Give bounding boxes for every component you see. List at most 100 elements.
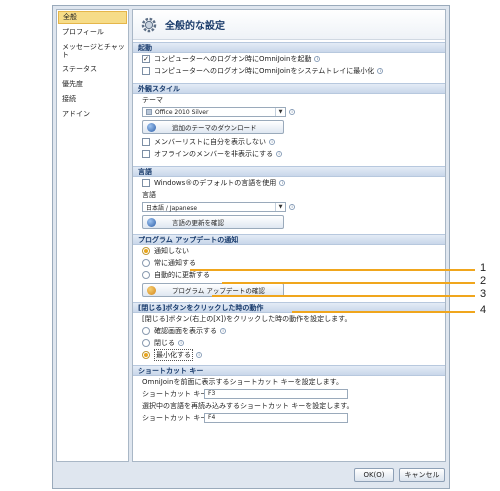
hide-offline-label: オフラインのメンバーを非表示にする [154, 150, 274, 158]
close-confirm-label: 確認画面を表示する [154, 327, 217, 335]
info-icon: i [178, 340, 184, 346]
hide-self-checkbox[interactable] [142, 138, 150, 146]
download-themes-button[interactable]: 追加のテーマのダウンロード [142, 120, 284, 134]
download-themes-label: 追加のテーマのダウンロード [172, 124, 257, 132]
info-icon: i [196, 352, 202, 358]
info-icon: i [269, 139, 275, 145]
update-none-radio[interactable] [142, 247, 150, 255]
update-icon [147, 285, 156, 295]
close-close-radio[interactable] [142, 339, 150, 347]
theme-select[interactable]: Office 2010 Silver ▼ [142, 107, 286, 117]
windows-language-label: Windows®のデフォルトの言語を使用 [154, 179, 277, 187]
section-language-title: 言語 [133, 166, 445, 177]
language-update-row: 言語の更新を確認 [133, 213, 445, 231]
chevron-down-icon[interactable]: ▼ [275, 108, 285, 116]
check-program-update-label: プログラム アップデートの確認 [172, 287, 265, 295]
radio-selected-dot [144, 353, 148, 357]
sidebar-item-addins[interactable]: アドイン [57, 107, 128, 122]
close-minimize-option[interactable]: 最小化する i [133, 349, 445, 361]
callout-line-4 [292, 311, 475, 313]
theme-icon [146, 109, 152, 115]
section-appearance-title: 外観スタイル [133, 83, 445, 94]
section-shortcuts-title: ショートカット キー [133, 365, 445, 376]
info-icon: i [276, 151, 283, 157]
update-auto-radio[interactable] [142, 271, 150, 279]
check-language-update-label: 言語の更新を確認 [172, 219, 224, 227]
hide-self-label: メンバーリストに自分を表示しない [154, 138, 266, 146]
sidebar-item-messages-chat[interactable]: メッセージとチャット [57, 40, 128, 62]
sidebar-item-general[interactable]: 全般 [58, 11, 127, 24]
language-select[interactable]: 日本語 / Japanese ▼ [142, 202, 286, 212]
close-minimize-label: 最小化する [154, 349, 193, 361]
callout-number-1: 1 [480, 262, 487, 274]
info-icon: i [314, 56, 321, 62]
sidebar-item-profile[interactable]: プロフィール [57, 25, 128, 40]
shortcut-label-1: ショートカット キー [142, 390, 208, 398]
hide-offline-checkbox[interactable] [142, 150, 150, 158]
info-icon: i [377, 68, 384, 74]
update-always-label: 常に通知する [154, 259, 196, 267]
main-header: 全般的な設定 [133, 10, 445, 40]
callout-line-3 [212, 295, 475, 297]
main-panel: 全般的な設定 起動 ✓ コンピューターへのログオン時にOmniJoinを起動 i… [132, 9, 446, 462]
update-none-label: 通知しない [154, 247, 189, 255]
close-confirm-option[interactable]: 確認画面を表示する i [133, 325, 445, 337]
windows-language-option[interactable]: Windows®のデフォルトの言語を使用 i [133, 177, 445, 189]
callout-line-1 [190, 269, 475, 271]
info-icon: i [220, 328, 226, 334]
close-close-label: 閉じる [154, 339, 175, 347]
startup-launch-label: コンピューターへのログオン時にOmniJoinを起動 [154, 55, 312, 63]
chevron-down-icon[interactable]: ▼ [275, 203, 285, 211]
settings-window: 全般 プロフィール メッセージとチャット ステータス 優先度 接続 アドイン 全… [52, 5, 450, 489]
info-icon: i [279, 180, 286, 186]
gear-icon [139, 15, 159, 35]
section-updates-title: プログラム アップデートの通知 [133, 234, 445, 245]
callout-number-4: 4 [480, 304, 487, 316]
startup-launch-option[interactable]: ✓ コンピューターへのログオン時にOmniJoinを起動 i [133, 53, 445, 65]
startup-minimize-checkbox[interactable] [142, 67, 150, 75]
shortcut-row-1: ショートカット キー F3 [133, 388, 445, 400]
close-confirm-radio[interactable] [142, 327, 150, 335]
update-none-option[interactable]: 通知しない [133, 245, 445, 257]
callout-number-2: 2 [480, 275, 487, 287]
dialog-footer: OK(O) キャンセル [53, 463, 449, 488]
windows-language-checkbox[interactable] [142, 179, 150, 187]
hide-offline-option[interactable]: オフラインのメンバーを非表示にする i [133, 148, 445, 160]
callout-line-2 [222, 282, 475, 284]
page-title: 全般的な設定 [165, 21, 225, 32]
sidebar: 全般 プロフィール メッセージとチャット ステータス 優先度 接続 アドイン [56, 9, 129, 462]
sidebar-item-connection[interactable]: 接続 [57, 92, 128, 107]
theme-row: Office 2010 Silver ▼ i [133, 106, 445, 118]
theme-label: テーマ [142, 96, 163, 104]
close-minimize-radio[interactable] [142, 351, 150, 359]
hide-self-option[interactable]: メンバーリストに自分を表示しない i [133, 136, 445, 148]
shortcut-row-2: ショートカット キー F4 [133, 412, 445, 424]
download-icon [147, 122, 156, 132]
theme-select-value: Office 2010 Silver [155, 108, 209, 116]
shortcut-label-2: ショートカット キー [142, 414, 208, 422]
refresh-icon [147, 217, 156, 227]
info-icon: i [289, 204, 295, 210]
language-label: 言語 [142, 191, 156, 199]
ok-button[interactable]: OK(O) [354, 468, 394, 482]
cancel-button[interactable]: キャンセル [399, 468, 445, 482]
radio-selected-dot [144, 249, 148, 253]
shortcut-field-2[interactable]: F4 [204, 413, 348, 423]
startup-launch-checkbox[interactable]: ✓ [142, 55, 150, 63]
sidebar-item-priority[interactable]: 優先度 [57, 77, 128, 92]
update-always-option[interactable]: 常に通知する [133, 257, 445, 269]
language-row: 日本語 / Japanese ▼ i [133, 201, 445, 213]
language-select-value: 日本語 / Japanese [146, 204, 198, 212]
shortcut-desc-2: 選択中の言語を再読み込みするショートカット キーを設定します。 [142, 402, 354, 410]
sidebar-item-status[interactable]: ステータス [57, 62, 128, 77]
close-close-option[interactable]: 閉じる i [133, 337, 445, 349]
shortcut-field-1[interactable]: F3 [204, 389, 348, 399]
check-language-update-button[interactable]: 言語の更新を確認 [142, 215, 284, 229]
download-theme-row: 追加のテーマのダウンロード [133, 118, 445, 136]
startup-minimize-option[interactable]: コンピューターへのログオン時にOmniJoinをシステムトレイに最小化 i [133, 65, 445, 77]
close-description: [閉じる]ボタン(右上の[X])をクリックした時の動作を設定します。 [142, 315, 352, 323]
update-always-radio[interactable] [142, 259, 150, 267]
callout-number-3: 3 [480, 288, 487, 300]
shortcut-desc-1: OmniJoinを前面に表示するショートカット キーを設定します。 [142, 378, 343, 386]
startup-minimize-label: コンピューターへのログオン時にOmniJoinをシステムトレイに最小化 [154, 67, 375, 75]
